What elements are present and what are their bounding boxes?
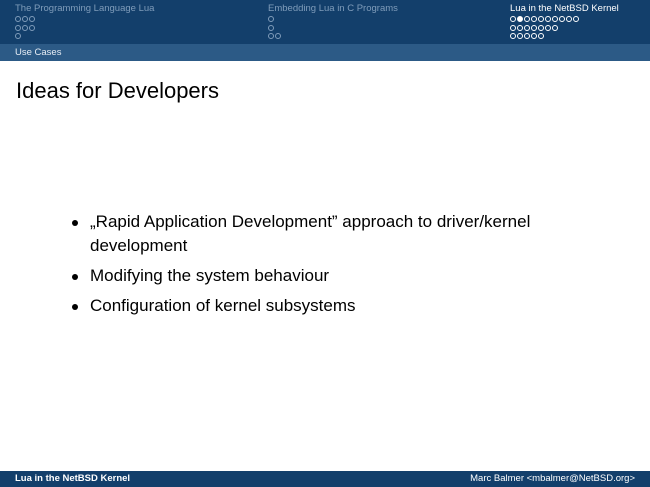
nav-frame-dot-icon[interactable] (22, 16, 28, 22)
nav-frame-dot-icon[interactable] (29, 16, 35, 22)
bullet-icon (72, 220, 78, 226)
nav-frame-dot-icon[interactable] (517, 33, 523, 39)
nav-frame-dot-icon[interactable] (29, 25, 35, 31)
list-item: „Rapid Application Development” approach… (72, 210, 612, 258)
nav-frame-dot-icon[interactable] (517, 25, 523, 31)
nav-frame-dot-icon[interactable] (524, 33, 530, 39)
nav-frame-dot-icon[interactable] (15, 25, 21, 31)
nav-dot-row (268, 16, 274, 23)
nav-frame-dot-icon[interactable] (517, 16, 523, 22)
nav-frame-dot-icon[interactable] (538, 16, 544, 22)
nav-dot-row (15, 16, 35, 23)
nav-frame-dot-icon[interactable] (22, 25, 28, 31)
nav-frame-dot-icon[interactable] (15, 16, 21, 22)
nav-frame-dot-icon[interactable] (531, 25, 537, 31)
nav-dot-row (510, 25, 558, 32)
bullet-text: Configuration of kernel subsystems (90, 296, 356, 315)
nav-frame-dot-icon[interactable] (538, 25, 544, 31)
nav-section-title[interactable]: Embedding Lua in C Programs (268, 3, 398, 14)
nav-frame-dot-icon[interactable] (538, 33, 544, 39)
nav-frame-dot-icon[interactable] (510, 16, 516, 22)
nav-frame-dot-icon[interactable] (275, 33, 281, 39)
nav-frame-dot-icon[interactable] (268, 33, 274, 39)
subsection-bar: Use Cases (0, 44, 650, 61)
nav-frame-dot-icon[interactable] (510, 33, 516, 39)
subsection-label[interactable]: Use Cases (15, 47, 61, 58)
nav-dot-row (510, 16, 579, 23)
nav-dot-row (510, 33, 544, 40)
nav-frame-dot-icon[interactable] (552, 16, 558, 22)
nav-frame-dot-icon[interactable] (545, 16, 551, 22)
frame-title: Ideas for Developers (16, 78, 219, 103)
list-item: Modifying the system behaviour (72, 264, 612, 288)
nav-section-title[interactable]: The Programming Language Lua (15, 3, 154, 14)
bullet-icon (72, 274, 78, 280)
nav-frame-dot-icon[interactable] (510, 25, 516, 31)
navigation-headline: The Programming Language Lua Embedding L… (0, 0, 650, 44)
nav-section-title[interactable]: Lua in the NetBSD Kernel (510, 3, 619, 14)
nav-frame-dot-icon[interactable] (573, 16, 579, 22)
nav-frame-dot-icon[interactable] (552, 25, 558, 31)
nav-frame-dot-icon[interactable] (268, 25, 274, 31)
nav-dot-row (15, 33, 21, 40)
nav-frame-dot-icon[interactable] (524, 25, 530, 31)
nav-dot-row (268, 25, 274, 32)
nav-dot-row (15, 25, 35, 32)
bullet-icon (72, 304, 78, 310)
nav-frame-dot-icon[interactable] (524, 16, 530, 22)
nav-frame-dot-icon[interactable] (559, 16, 565, 22)
bullet-text: „Rapid Application Development” approach… (90, 212, 531, 255)
nav-frame-dot-icon[interactable] (545, 25, 551, 31)
nav-frame-dot-icon[interactable] (566, 16, 572, 22)
nav-dot-row (268, 33, 281, 40)
nav-frame-dot-icon[interactable] (15, 33, 21, 39)
footer-short-title: Lua in the NetBSD Kernel (15, 473, 131, 484)
footline: Lua in the NetBSD Kernel Marc Balmer <mb… (0, 471, 650, 487)
footer-author: Marc Balmer <mbalmer@NetBSD.org> (470, 473, 635, 484)
nav-frame-dot-icon[interactable] (531, 16, 537, 22)
nav-frame-dot-icon[interactable] (268, 16, 274, 22)
bullet-list: „Rapid Application Development” approach… (72, 210, 612, 324)
nav-frame-dot-icon[interactable] (531, 33, 537, 39)
list-item: Configuration of kernel subsystems (72, 294, 612, 318)
bullet-text: Modifying the system behaviour (90, 266, 330, 285)
